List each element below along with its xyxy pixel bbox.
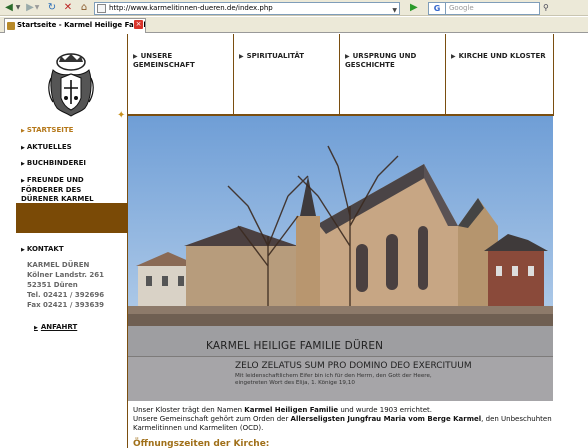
topnav-label: URSPRUNG UND GESCHICHTE	[345, 52, 417, 69]
topnav-unsere-gemeinschaft[interactable]: ▶ UNSERE GEMEINSCHAFT	[127, 34, 233, 116]
address-city: 52351 Düren	[27, 281, 78, 289]
anfahrt-label: ANFAHRT	[40, 323, 78, 331]
opening-hours-heading: Öffnungszeiten der Kirche:	[133, 439, 270, 448]
intro-bold-1: Karmel Heiligen Familie	[244, 406, 339, 414]
bullet-icon: ▶	[21, 247, 25, 253]
topnav-divider	[553, 34, 554, 116]
url-text: http://www.karmelitinnen-dueren.de/index…	[109, 4, 273, 12]
bullet-icon: ▶	[21, 128, 25, 134]
topnav-label: UNSERE GEMEINSCHAFT	[133, 52, 195, 69]
search-input[interactable]: Google	[446, 2, 540, 15]
hero-motto-translation: Mit leidenschaftlichem Eifer bin ich für…	[235, 373, 432, 386]
back-dropdown-icon[interactable]: ▼	[15, 2, 21, 14]
intro-text-3: Unsere Gemeinschaft gehört zum Orden der	[133, 415, 291, 423]
intro-bold-2: Allerseligsten Jungfrau Maria vom Berge …	[290, 415, 482, 423]
intro-text: Unser Kloster trägt den Namen Karmel Hei…	[133, 406, 553, 433]
topnav-label: SPIRITUALITÄT	[246, 52, 305, 60]
browser-toolbar: ◀ ▼ ▶ ▼ ↻ ✕ ⌂ http://www.karmelitinnen-d…	[0, 0, 588, 16]
bullet-icon: ▶	[21, 145, 25, 151]
address-street: Kölner Landstr. 261	[27, 271, 104, 279]
bullet-icon: ▶	[133, 53, 138, 60]
address-name: KARMEL DÜREN	[27, 261, 90, 269]
hero-title: KARMEL HEILIGE FAMILIE DÜREN	[206, 340, 384, 352]
topnav-ursprung-und-geschichte[interactable]: ▶ URSPRUNG UND GESCHICHTE	[339, 34, 445, 116]
close-tab-icon[interactable]: ×	[134, 20, 143, 29]
hero-image: KARMEL HEILIGE FAMILIE DÜREN ZELO ZELATU…	[128, 116, 553, 401]
intro-line-2: Unsere Gemeinschaft gehört zum Orden der…	[133, 415, 553, 433]
tab-title: Startseite - Karmel Heilige Famili...	[17, 21, 146, 29]
go-icon[interactable]: ▶	[410, 2, 422, 14]
stop-icon[interactable]: ✕	[62, 2, 74, 14]
intro-text-2: und wurde 1903 errichtet.	[338, 406, 432, 414]
topnav-spiritualitaet[interactable]: ▶ SPIRITUALITÄT	[233, 34, 339, 116]
address-fax: Fax 02421 / 393639	[27, 301, 105, 309]
sidenav-buchbinderei[interactable]: ▶ BUCHBINDEREI	[21, 159, 86, 169]
address-bar[interactable]: http://www.karmelitinnen-dueren.de/index…	[94, 2, 400, 15]
url-dropdown-icon[interactable]: ▼	[392, 5, 397, 16]
tab-startseite[interactable]: Startseite - Karmel Heilige Famili...	[4, 18, 146, 33]
bullet-icon: ▶	[239, 53, 244, 60]
home-icon[interactable]: ⌂	[78, 2, 90, 14]
sidenav-kontakt[interactable]: ▶ KONTAKT	[21, 245, 64, 255]
reload-icon[interactable]: ↻	[46, 2, 58, 14]
forward-dropdown-icon[interactable]: ▼	[34, 2, 40, 14]
bullet-icon: ▶	[34, 325, 38, 331]
intro-line-1: Unser Kloster trägt den Namen Karmel Hei…	[133, 406, 553, 415]
coat-of-arms-logo	[48, 53, 94, 117]
back-arrow-icon[interactable]: ◀	[2, 2, 16, 14]
brown-accent-bar	[16, 203, 128, 233]
sidenav-aktuelles[interactable]: ▶ AKTUELLES	[21, 143, 72, 153]
bullet-icon: ▶	[345, 53, 350, 60]
page: ▶ UNSERE GEMEINSCHAFT ▶ SPIRITUALITÄT ▶ URS…	[0, 34, 588, 448]
address-tel: Tel. 02421 / 392696	[27, 291, 105, 299]
contact-address: KARMEL DÜREN Kölner Landstr. 261 52351 D…	[27, 260, 104, 310]
sidenav-freunde-und-foerderer[interactable]: ▶ FREUNDE UND FÖRDERER DES DÜRENER KARMEL	[21, 176, 121, 204]
sidenav-startseite[interactable]: ▶ STARTSEITE	[21, 126, 73, 136]
bullet-icon: ▶	[21, 178, 25, 184]
sidenav-label: STARTSEITE	[26, 126, 74, 134]
page-icon	[97, 4, 106, 13]
search-icon[interactable]: ⚲	[543, 3, 553, 13]
hero-motto: ZELO ZELATUS SUM PRO DOMINO DEO EXERCITU…	[235, 361, 472, 371]
topnav-kirche-und-kloster[interactable]: ▶ KIRCHE UND KLOSTER	[445, 34, 553, 116]
bullet-icon: ▶	[21, 161, 25, 167]
tab-bar: Startseite - Karmel Heilige Famili... ×	[0, 17, 588, 33]
topnav-label: KIRCHE UND KLOSTER	[458, 52, 546, 60]
sidenav-label: BUCHBINDEREI	[26, 159, 87, 167]
intro-text-1: Unser Kloster trägt den Namen	[133, 406, 245, 414]
sidenav-label: KONTAKT	[26, 245, 64, 253]
search-engine-icon[interactable]: G	[428, 2, 446, 15]
anfahrt-link[interactable]: ▶ ANFAHRT	[34, 323, 77, 331]
sidenav-label: FREUNDE UND FÖRDERER DES DÜRENER KARMEL	[21, 176, 94, 203]
favicon-icon	[7, 22, 15, 30]
bullet-icon: ▶	[451, 53, 456, 60]
sidenav-label: AKTUELLES	[26, 143, 72, 151]
star-ornament-icon: ✦	[117, 110, 126, 121]
